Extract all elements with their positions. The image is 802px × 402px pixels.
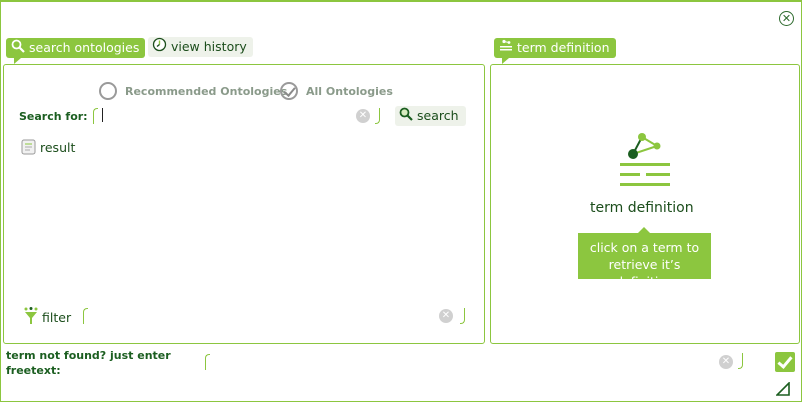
confirm-button[interactable] (775, 352, 795, 372)
tab-view-history[interactable]: view history (148, 37, 253, 57)
search-input-bracket-left (93, 108, 98, 124)
filter-label: filter (42, 310, 72, 325)
close-icon[interactable]: ✕ (779, 11, 794, 26)
search-input-bracket-right (375, 108, 380, 124)
radio-recommended-ontologies[interactable] (99, 82, 117, 100)
radio-recommended-label: Recommended Ontologies (125, 85, 288, 98)
freetext-input[interactable] (213, 354, 713, 370)
clear-filter-icon[interactable]: ✕ (439, 309, 453, 323)
definition-hint: click on a term to retrieve it’s definit… (578, 227, 711, 289)
freetext-input-bracket-left (205, 354, 210, 370)
search-icon (11, 39, 25, 59)
tab-search-ontologies[interactable]: search ontologies (6, 38, 146, 64)
filter-icon (23, 307, 39, 329)
definition-icon (499, 39, 513, 59)
freetext-label: term not found? just enter freetext: (6, 349, 171, 377)
ontology-dialog: ✕ search ontologies view history term de… (0, 0, 802, 402)
text-cursor (102, 108, 103, 122)
search-button[interactable]: search (395, 106, 466, 126)
tab-view-history-label: view history (171, 39, 247, 54)
term-definition-icon (619, 132, 671, 192)
radio-all-label: All Ontologies (306, 85, 393, 98)
radio-all-ontologies[interactable] (280, 82, 298, 100)
clear-search-icon[interactable]: ✕ (356, 109, 370, 123)
definition-title: term definition (590, 200, 694, 216)
filter-input-bracket-left (83, 308, 88, 324)
filter-input[interactable] (91, 308, 431, 324)
magnifier-icon (399, 107, 413, 127)
result-label[interactable]: result (40, 140, 75, 155)
tab-term-definition[interactable]: term definition (494, 38, 616, 64)
resize-handle-icon[interactable] (775, 381, 790, 396)
clock-icon (152, 37, 167, 58)
search-for-label: Search for: (19, 110, 88, 123)
clear-freetext-icon[interactable]: ✕ (719, 355, 733, 369)
freetext-input-bracket-right (738, 353, 743, 369)
filter-input-bracket-right (460, 308, 465, 324)
tab-search-ontologies-label: search ontologies (29, 40, 140, 55)
tab-term-definition-label: term definition (517, 40, 610, 55)
search-button-label: search (417, 108, 459, 123)
result-icon (21, 139, 37, 159)
search-input[interactable] (105, 108, 345, 124)
